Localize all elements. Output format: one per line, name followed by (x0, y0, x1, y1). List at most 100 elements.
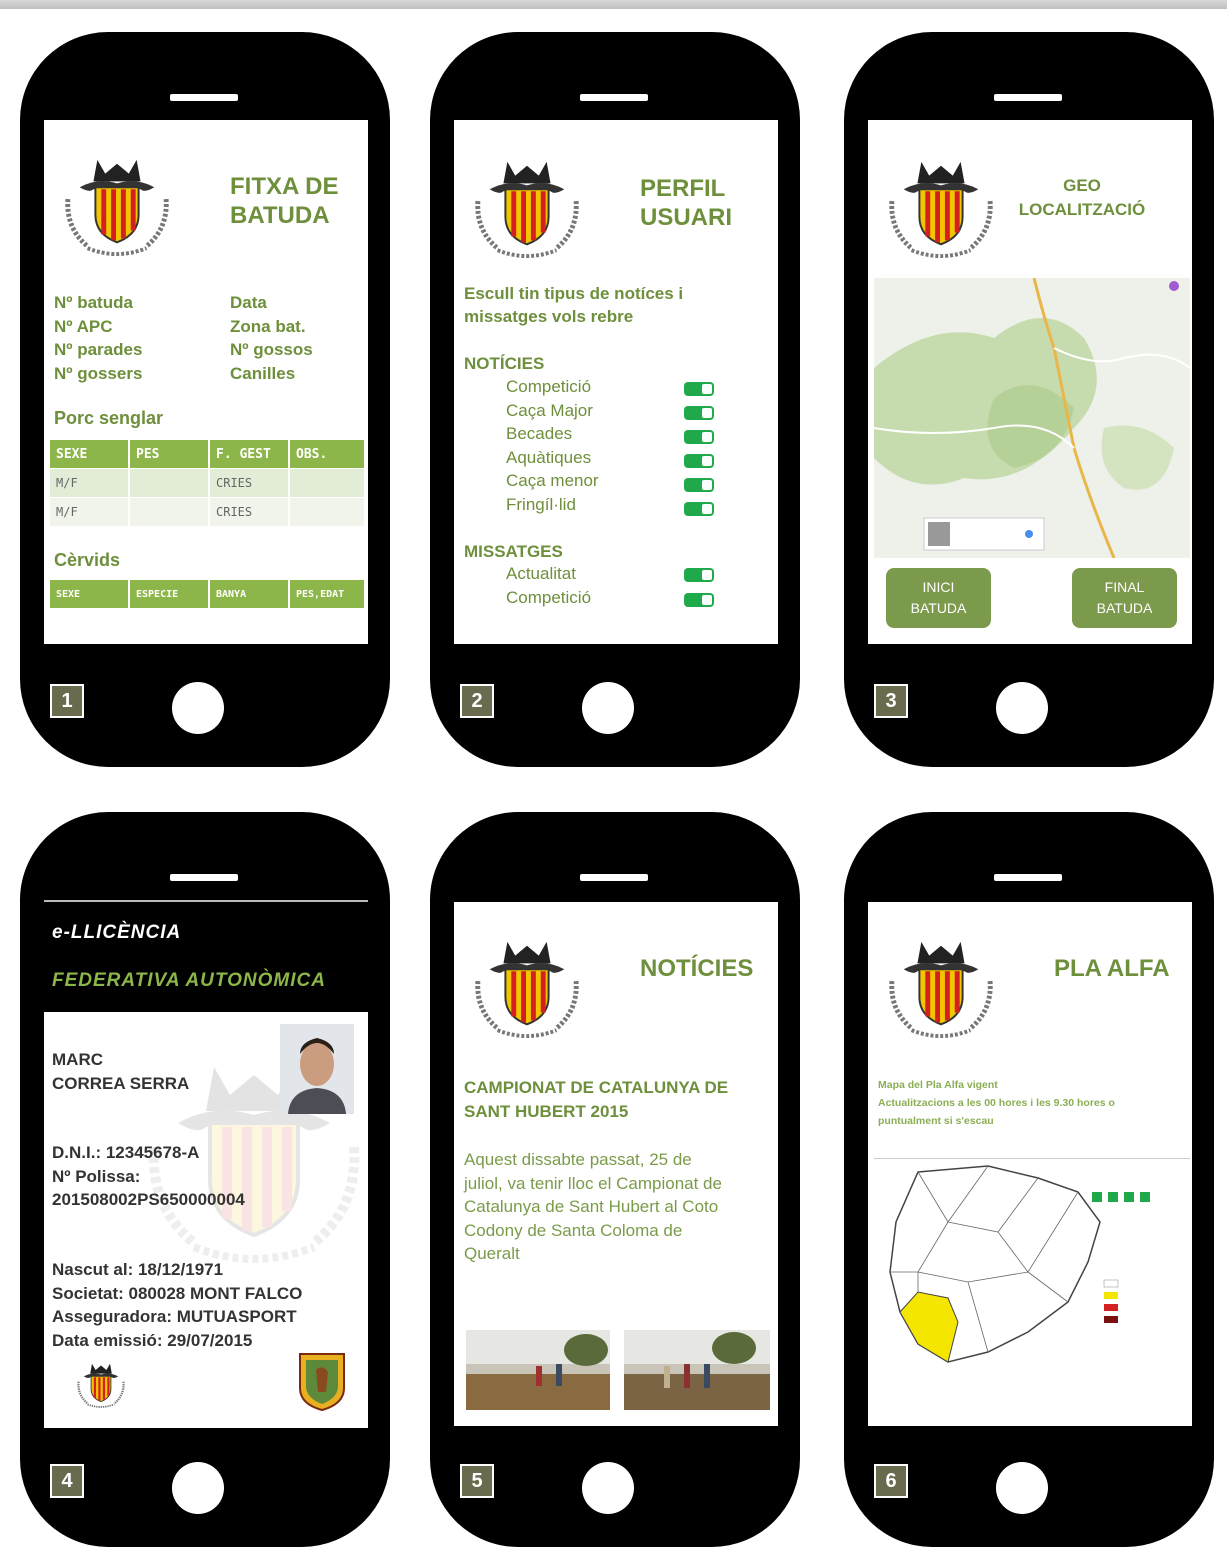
field-label: Nº gossers (54, 363, 143, 383)
speaker-slot (994, 874, 1062, 881)
phone-perfil-usuari: PERFIL USUARI Escull tin tipus de notíces… (430, 32, 800, 767)
table-cell: CRIES (209, 497, 290, 526)
page-title: NOTÍCIES (640, 955, 754, 982)
table-cell: CRIES (209, 468, 290, 498)
option-label: Becades (506, 424, 573, 443)
field-label: Canilles (230, 363, 296, 383)
phone-screen: FITXA DE BATUDA Nº batuda Nº APC Nº parad… (44, 120, 368, 644)
table-cell: M/F (50, 497, 130, 526)
table-header: OBS. (289, 440, 366, 469)
license-subtitle: FEDERATIVA AUTONÒMICA (52, 970, 326, 991)
table-row: M/F CRIES (50, 497, 366, 526)
phone-screen: NOTÍCIES CAMPIONAT DE CATALUNYA DE SANT H… (454, 902, 778, 1426)
field-label: Zona bat. (230, 316, 306, 336)
number-badge: 1 (50, 684, 84, 718)
field-label: Nº parades (54, 340, 143, 359)
home-button[interactable] (172, 1462, 224, 1514)
federacio-logo (882, 932, 1000, 1040)
fields-left: Nº batuda Nº APC Nº parades Nº gossers (54, 291, 142, 385)
speaker-slot (170, 94, 238, 101)
license-ids: D.N.I.: 12345678-A Nº Polissa: 201508002PS… (52, 1143, 245, 1209)
holder-name: MARC CORREA SERRA (52, 1050, 190, 1093)
home-button[interactable] (582, 1462, 634, 1514)
table-header: PES (129, 440, 210, 469)
section-porc-senglar: Porc senglar (54, 408, 164, 428)
table-cell: M/F (50, 468, 130, 498)
license-details: Nascut al: 18/12/1971 Societat: 080028 MO… (52, 1260, 303, 1350)
table-cell (129, 497, 210, 526)
phone-noticies: NOTÍCIES CAMPIONAT DE CATALUNYA DE SANT H… (430, 812, 800, 1547)
option-label: Competició (506, 588, 592, 607)
phone-e-llicencia: e-LLICÈNCIA FEDERATIVA AUTONÒMICA MARC CO… (20, 812, 390, 1547)
home-button[interactable] (996, 1462, 1048, 1514)
catalonia-map[interactable] (878, 1162, 1188, 1382)
phone-screen: GEO LOCALITZACIÓ INICI BATUDA FINAL BATUDA (868, 120, 1192, 644)
table-row: M/F CRIES (50, 468, 366, 498)
field-label: Nº gossos (230, 340, 313, 359)
top-border (0, 0, 1227, 9)
fields-right: Data Zona bat. Nº gossos Canilles (230, 291, 313, 385)
number-badge: 4 (50, 1464, 84, 1498)
table-porc-senglar: SEXE PES F. GEST OBS. M/F CRIES M/F CRIE… (50, 440, 366, 526)
home-button[interactable] (172, 682, 224, 734)
number-badge: 5 (460, 1464, 494, 1498)
news-photo[interactable] (466, 1330, 610, 1410)
toggle-switch[interactable] (684, 478, 714, 492)
speaker-slot (580, 94, 648, 101)
small-federacio-logo (74, 1358, 128, 1410)
toggle-switch[interactable] (684, 406, 714, 420)
field-label: Data (230, 293, 267, 312)
table-header: F. GEST (209, 440, 290, 469)
news-body: Aquest dissabte passat, 25 de juliol, va … (464, 1150, 722, 1263)
map-view[interactable] (874, 278, 1190, 558)
phone-pla-alfa: PLA ALFA Mapa del Pla Alfa vigent Actuali… (844, 812, 1214, 1547)
table-header: SEXE (50, 580, 130, 608)
news-photo[interactable] (624, 1330, 770, 1410)
user-photo (280, 1024, 354, 1114)
field-label: Nº batuda (54, 293, 133, 312)
header-divider (44, 900, 368, 902)
number-badge: 2 (460, 684, 494, 718)
federacio-logo (58, 150, 176, 258)
final-batuda-button[interactable]: FINAL BATUDA (1072, 568, 1177, 628)
table-cell (129, 468, 210, 498)
home-button[interactable] (996, 682, 1048, 734)
page-title: PLA ALFA (1054, 955, 1170, 982)
inici-batuda-button[interactable]: INICI BATUDA (886, 568, 991, 628)
table-header: SEXE (50, 440, 130, 469)
table-cell (289, 468, 366, 498)
table-header: ESPECIE (129, 580, 210, 608)
table-header: BANYA (209, 580, 290, 608)
toggle-switch[interactable] (684, 382, 714, 396)
group-missatges: MISSATGES (464, 542, 563, 561)
phone-screen: PERFIL USUARI Escull tin tipus de notíces… (454, 120, 778, 644)
table-cell (289, 497, 366, 526)
license-card: MARC CORREA SERRA D.N.I.: 12345678-A Nº Po… (44, 1012, 368, 1428)
field-label: Nº APC (54, 316, 113, 336)
phone-fitxa-batuda: FITXA DE BATUDA Nº batuda Nº APC Nº parad… (20, 32, 390, 767)
home-button[interactable] (582, 682, 634, 734)
option-label: Caça menor (506, 471, 599, 490)
map-graphic (874, 278, 1190, 558)
table-cervids: SEXE ESPECIE BANYA PES,EDAT (50, 580, 366, 608)
section-cervids: Cèrvids (54, 550, 121, 570)
license-title: e-LLICÈNCIA (52, 922, 182, 943)
speaker-slot (994, 94, 1062, 101)
toggle-switch[interactable] (684, 454, 714, 468)
number-badge: 3 (874, 684, 908, 718)
toggle-switch[interactable] (684, 502, 714, 516)
news-headline: CAMPIONAT DE CATALUNYA DE SANT HUBERT 201… (464, 1078, 729, 1121)
federacio-logo (882, 152, 1000, 260)
option-label: Competició (506, 377, 592, 396)
page-title: GEO LOCALITZACIÓ (1018, 176, 1146, 219)
federacio-logo (468, 932, 586, 1040)
shield-crest-icon (299, 1353, 345, 1412)
number-badge: 6 (874, 1464, 908, 1498)
federacio-logo (468, 152, 586, 260)
speaker-slot (580, 874, 648, 881)
intro-text: Escull tin tipus de notíces i missatges v… (464, 284, 684, 326)
toggle-switch[interactable] (684, 430, 714, 444)
option-label: Aquàtiques (506, 447, 592, 467)
toggle-switch[interactable] (684, 593, 714, 607)
toggle-switch[interactable] (684, 568, 714, 582)
